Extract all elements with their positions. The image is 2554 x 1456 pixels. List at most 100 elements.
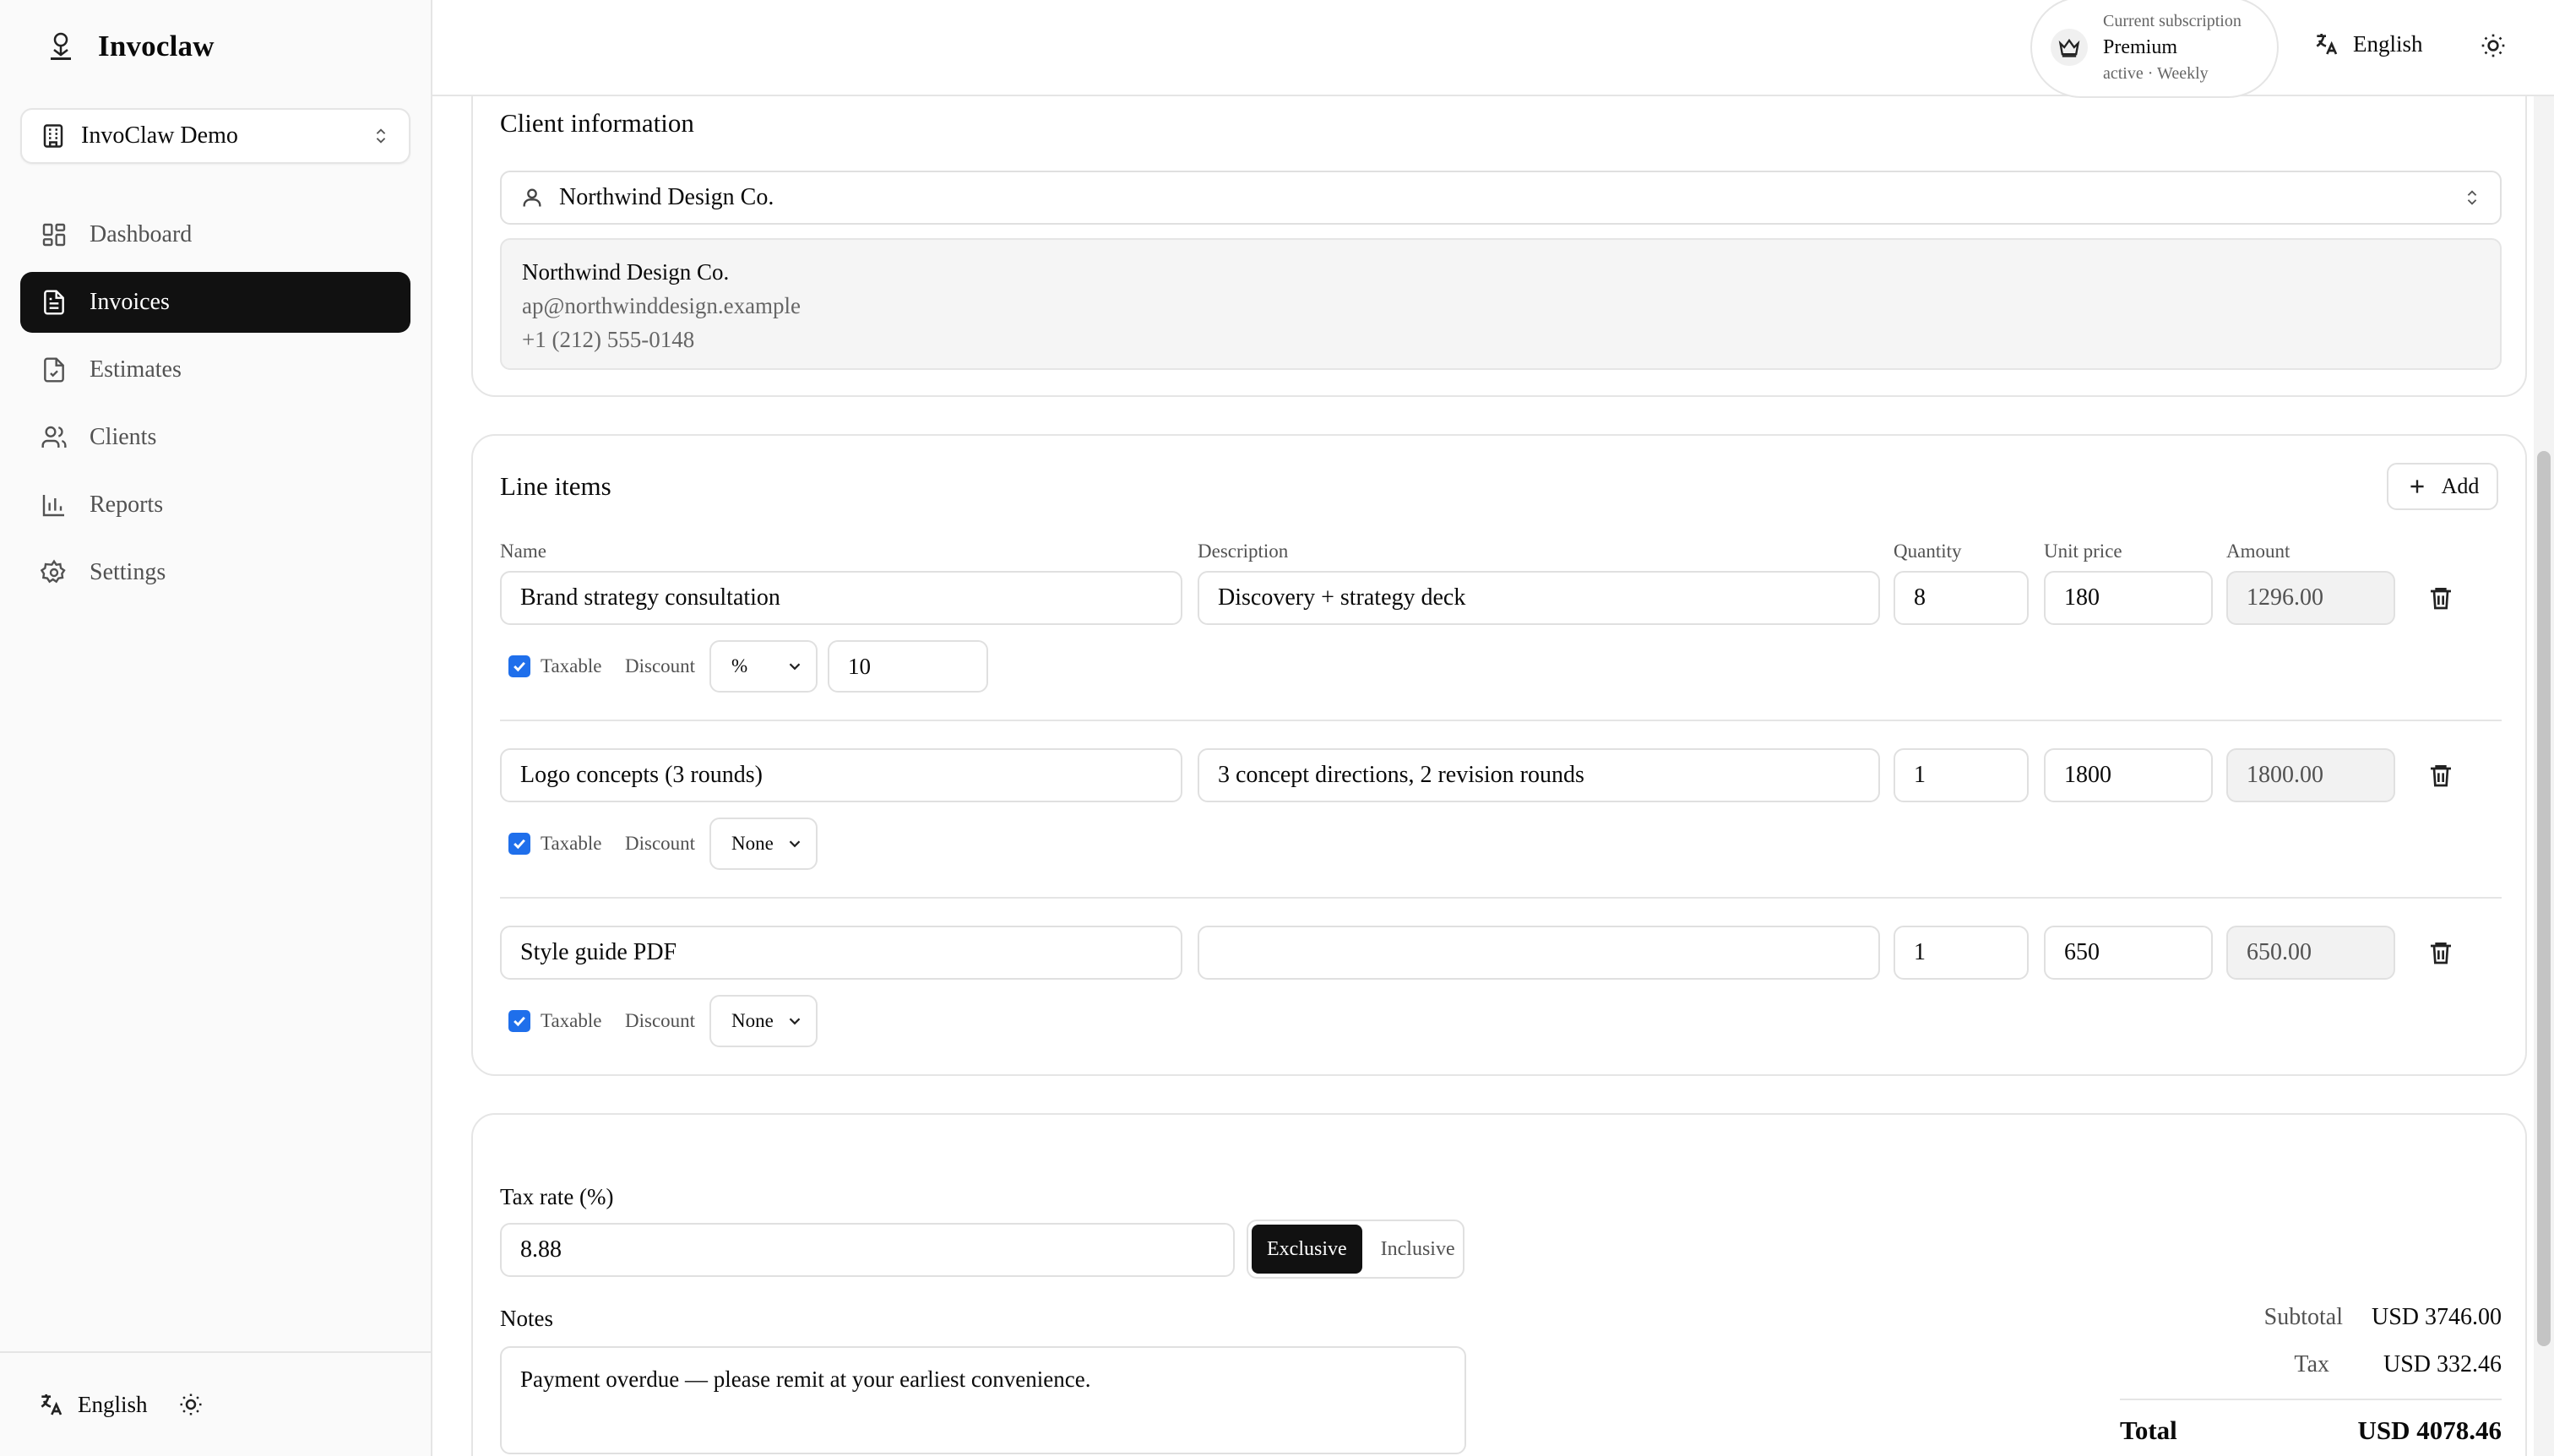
client-name: Northwind Design Co. xyxy=(522,259,730,285)
sidebar-item-reports[interactable]: Reports xyxy=(20,475,410,535)
sidebar-item-estimates[interactable]: Estimates xyxy=(20,340,410,400)
tax-value: USD 332.46 xyxy=(2383,1351,2502,1377)
taxable-checkbox[interactable] xyxy=(508,655,530,677)
subscription-text: Current subscription Premium active · We… xyxy=(2103,12,2242,84)
tax-mode-exclusive[interactable]: Exclusive xyxy=(1252,1225,1362,1274)
line-item-amount: 650.00 xyxy=(2226,926,2395,980)
client-select[interactable]: Northwind Design Co. xyxy=(500,171,2502,225)
chevron-down-icon xyxy=(785,1012,804,1030)
scrollbar[interactable] xyxy=(2534,96,2554,1456)
line-item-description-input[interactable] xyxy=(1198,926,1880,980)
sidebar-language-label: English xyxy=(78,1391,148,1417)
line-item-name-input[interactable]: Logo concepts (3 rounds) xyxy=(500,748,1182,802)
client-info-title: Client information xyxy=(500,108,694,138)
users-icon xyxy=(41,424,68,451)
totals-divider xyxy=(2120,1399,2502,1400)
sun-icon[interactable] xyxy=(178,1392,204,1417)
client-details: Northwind Design Co. ap@northwinddesign.… xyxy=(500,238,2502,370)
notes-label: Notes xyxy=(500,1306,553,1331)
brand-name: Invoclaw xyxy=(98,30,215,62)
notes-textarea[interactable]: Payment overdue — please remit at your e… xyxy=(500,1346,1466,1454)
theme-toggle-sun-icon[interactable] xyxy=(2480,32,2507,59)
line-item-unit-price-input[interactable]: 1800 xyxy=(2044,748,2213,802)
sidebar-item-label: Clients xyxy=(90,424,157,450)
line-item-unit-price-input[interactable]: 650 xyxy=(2044,926,2213,980)
total-value: USD 4078.46 xyxy=(2357,1415,2502,1445)
add-line-item-button[interactable]: Add xyxy=(2387,463,2498,510)
sidebar-nav: Dashboard Invoices Estimates Clients Rep… xyxy=(20,204,410,610)
discount-label: Discount xyxy=(625,655,696,676)
building-icon xyxy=(41,123,66,149)
taxable-checkbox[interactable] xyxy=(508,1010,530,1032)
subscription-status: active · Weekly xyxy=(2103,63,2209,83)
sidebar-language-button[interactable]: English xyxy=(37,1391,148,1418)
line-item-quantity-input[interactable]: 8 xyxy=(1894,571,2029,625)
tax-label: Tax xyxy=(2294,1351,2329,1377)
line-item-amount: 1800.00 xyxy=(2226,748,2395,802)
file-check-icon xyxy=(41,356,68,383)
org-selector[interactable]: InvoClaw Demo xyxy=(20,108,410,164)
discount-type-select[interactable]: % xyxy=(709,640,818,693)
discount-type-select[interactable]: None xyxy=(709,818,818,870)
line-item-name-input[interactable]: Brand strategy consultation xyxy=(500,571,1182,625)
line-item-quantity-input[interactable]: 1 xyxy=(1894,926,2029,980)
scrollbar-thumb[interactable] xyxy=(2537,451,2551,1346)
sidebar-item-dashboard[interactable]: Dashboard xyxy=(20,204,410,265)
translate-icon xyxy=(37,1391,64,1418)
app-root: Invoclaw InvoClaw Demo Dashboard Invoice… xyxy=(0,0,2554,1456)
row-divider xyxy=(500,720,2502,721)
sidebar-item-settings[interactable]: Settings xyxy=(20,542,410,603)
discount-type-select[interactable]: None xyxy=(709,995,818,1047)
dashboard-icon xyxy=(41,221,68,248)
delete-line-item-trash-icon[interactable] xyxy=(2424,758,2458,792)
chevron-down-icon xyxy=(785,834,804,853)
org-selector-label: InvoClaw Demo xyxy=(81,122,238,149)
sidebar-item-label: Estimates xyxy=(90,356,182,383)
taxable-label: Taxable xyxy=(541,1010,602,1031)
brand[interactable]: Invoclaw xyxy=(41,25,215,68)
chevrons-up-down-icon xyxy=(372,124,390,148)
client-email: ap@northwinddesign.example xyxy=(522,293,802,318)
row-divider xyxy=(500,897,2502,899)
tax-rate-input[interactable]: 8.88 xyxy=(500,1223,1235,1277)
sidebar-footer: English xyxy=(0,1351,431,1456)
sidebar-item-invoices[interactable]: Invoices xyxy=(20,272,410,333)
topbar-language-button[interactable]: English xyxy=(2312,30,2423,57)
subscription-caption: Current subscription xyxy=(2103,11,2242,30)
user-icon xyxy=(520,186,544,209)
totals-panel: Subtotal USD 3746.00 Tax USD 332.46 Tota… xyxy=(2120,1301,2502,1456)
line-items-card: Line items Add Name Description Quantity… xyxy=(471,434,2527,1076)
subscription-plan: Premium xyxy=(2103,35,2177,58)
line-item-quantity-input[interactable]: 1 xyxy=(1894,748,2029,802)
line-item-unit-price-input[interactable]: 180 xyxy=(2044,571,2213,625)
sidebar-item-label: Invoices xyxy=(90,289,170,315)
line-items-title: Line items xyxy=(500,471,611,501)
file-text-icon xyxy=(41,289,68,316)
line-item-description-input[interactable]: Discovery + strategy deck xyxy=(1198,571,1880,625)
header-description: Description xyxy=(1198,541,1289,562)
topbar: Current subscription Premium active · We… xyxy=(432,0,2554,98)
line-item-description-input[interactable]: 3 concept directions, 2 revision rounds xyxy=(1198,748,1880,802)
gear-icon xyxy=(41,559,68,586)
bar-chart-icon xyxy=(41,492,68,519)
subtotal-label: Subtotal xyxy=(2263,1304,2343,1330)
discount-value-input[interactable]: 10 xyxy=(828,640,988,693)
sidebar-item-clients[interactable]: Clients xyxy=(20,407,410,468)
tax-rate-label: Tax rate (%) xyxy=(500,1184,614,1209)
discount-label: Discount xyxy=(625,833,696,854)
tax-mode-toggle: Exclusive Inclusive xyxy=(1247,1220,1464,1279)
taxable-label: Taxable xyxy=(541,655,602,676)
main-content: Current subscription Premium active · We… xyxy=(432,0,2554,1456)
subtotal-value: USD 3746.00 xyxy=(2371,1304,2502,1330)
line-item-name-input[interactable]: Style guide PDF xyxy=(500,926,1182,980)
header-name: Name xyxy=(500,541,546,562)
crown-icon xyxy=(2051,29,2088,66)
taxable-checkbox[interactable] xyxy=(508,833,530,855)
add-line-item-label: Add xyxy=(2441,474,2480,498)
delete-line-item-trash-icon[interactable] xyxy=(2424,581,2458,615)
taxable-label: Taxable xyxy=(541,833,602,854)
subscription-card[interactable]: Current subscription Premium active · We… xyxy=(2030,0,2279,98)
header-amount: Amount xyxy=(2226,541,2290,562)
tax-mode-inclusive[interactable]: Inclusive xyxy=(1366,1225,1470,1274)
delete-line-item-trash-icon[interactable] xyxy=(2424,936,2458,970)
